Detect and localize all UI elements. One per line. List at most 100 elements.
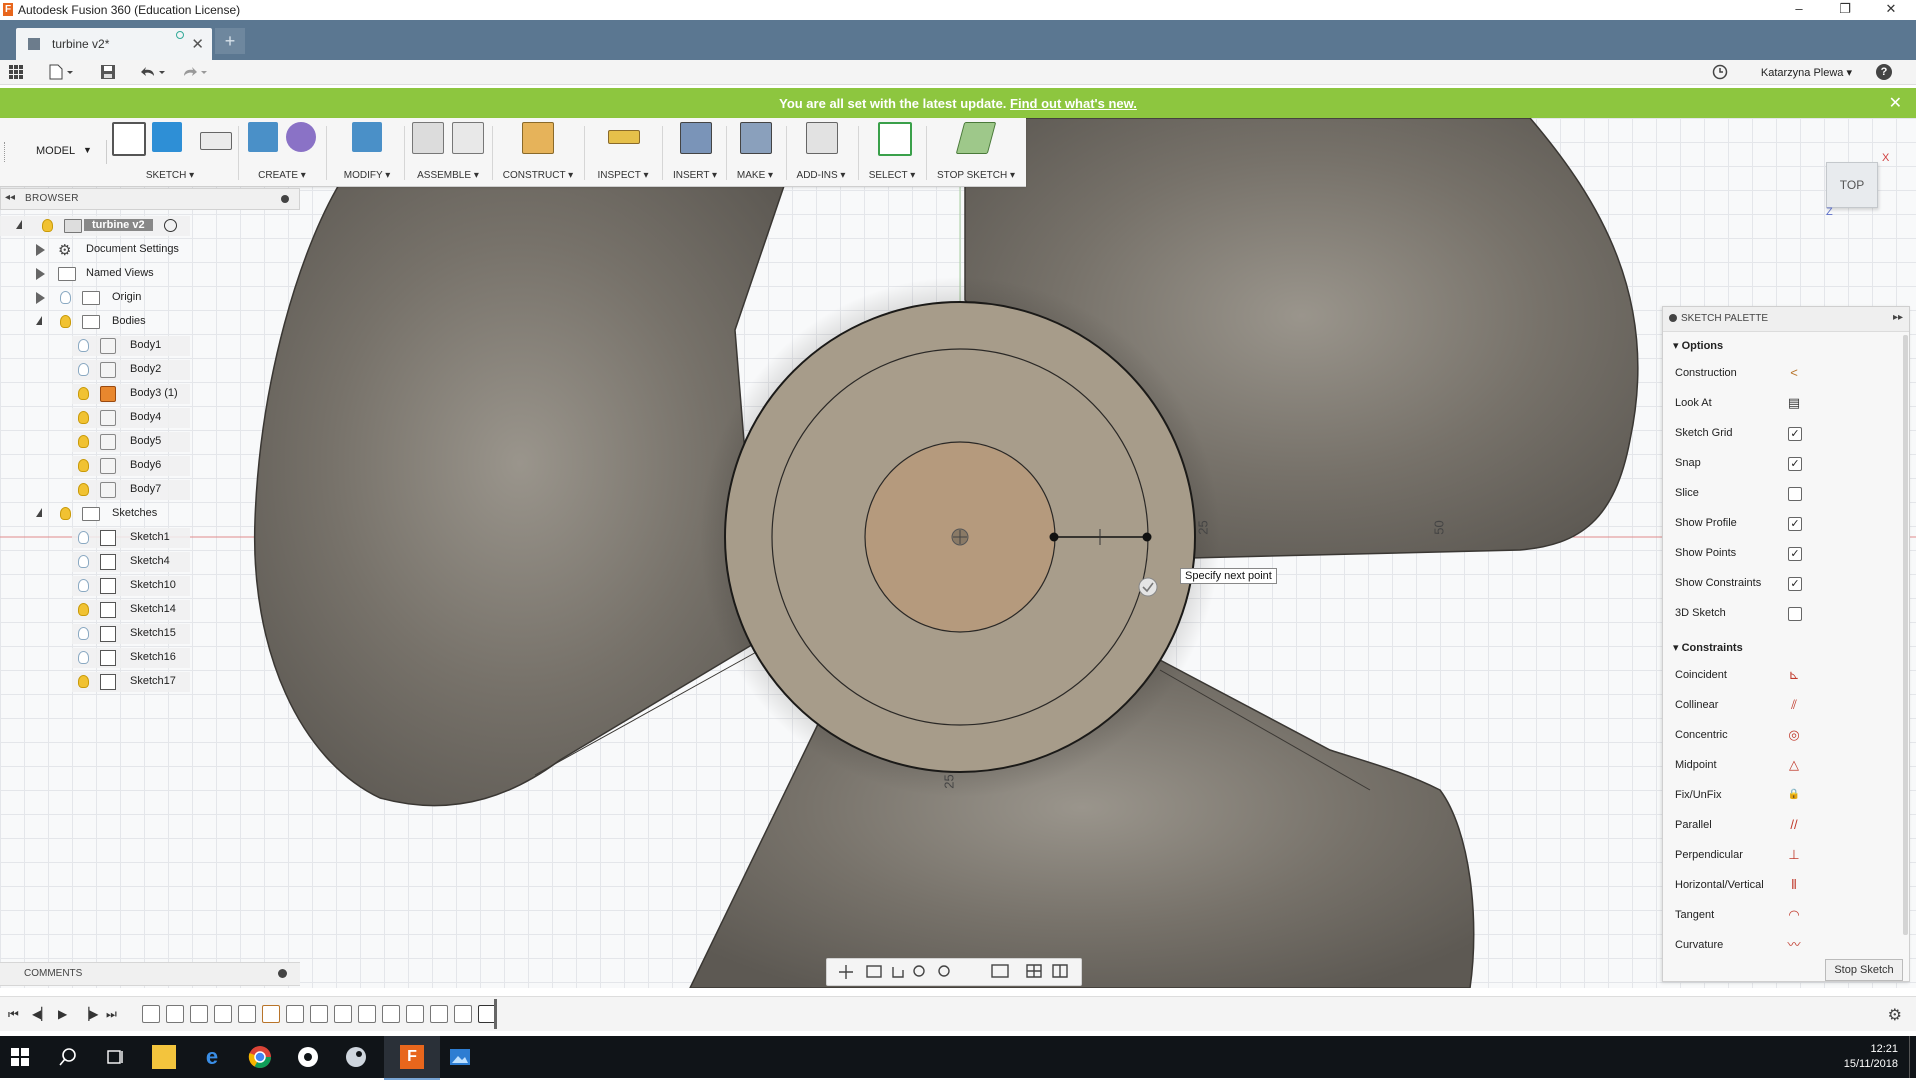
play-icon[interactable]: ▶ [58,1007,67,1021]
construct-menu[interactable]: CONSTRUCT ▾ [498,170,578,181]
steam-icon[interactable] [344,1045,368,1069]
create-group[interactable]: CREATE ▾ [246,118,318,186]
visibility-bulb-icon[interactable] [78,675,89,688]
tree-body[interactable]: Body7 [0,480,190,500]
constraints-section-header[interactable]: ▾ Constraints [1673,641,1743,654]
modify-group[interactable]: MODIFY ▾ [334,118,400,186]
visibility-bulb-icon[interactable] [60,291,71,304]
parallel-icon[interactable]: // [1786,817,1802,833]
stop-sketch-menu[interactable]: STOP SKETCH ▾ [930,170,1022,181]
tree-sketch[interactable]: Sketch16 [0,648,190,668]
insert-group[interactable]: INSERT ▾ [668,118,722,186]
assemble-group[interactable]: ASSEMBLE ▾ [410,118,486,186]
visibility-bulb-icon[interactable] [78,627,89,640]
constraint-collinear[interactable]: Collinear ⫽ [1675,695,1900,717]
inspect-menu[interactable]: INSPECT ▾ [590,170,656,181]
insert-menu[interactable]: INSERT ▾ [668,170,722,181]
constraint-parallel[interactable]: Parallel // [1675,815,1900,837]
visibility-bulb-icon[interactable] [78,459,89,472]
look-at-icon[interactable]: ▤ [1786,395,1802,411]
data-panel-grid-icon[interactable] [8,64,24,80]
expand-toggle-icon[interactable] [36,244,45,256]
line-tool-icon[interactable] [152,122,182,152]
perpendicular-icon[interactable]: ⊥ [1786,847,1802,863]
browser-header[interactable]: ◂◂ BROWSER [0,188,300,210]
timeline-feature-icon[interactable] [334,1005,352,1023]
select-menu[interactable]: SELECT ▾ [862,170,922,181]
fusion-taskbar-button[interactable]: F [384,1036,440,1080]
horizontal-vertical-icon[interactable]: ⫴ [1786,877,1802,893]
file-explorer-icon[interactable] [152,1045,176,1069]
add-ins-menu[interactable]: ADD-INS ▾ [790,170,852,181]
options-section-header[interactable]: ▾ Options [1673,339,1723,352]
sketch-menu[interactable]: SKETCH ▾ [110,170,230,181]
system-clock[interactable]: 12:21 15/11/2018 [1844,1042,1898,1072]
maximize-button[interactable]: ❐ [1822,0,1868,20]
assemble-menu[interactable]: ASSEMBLE ▾ [410,170,486,181]
collapse-panel-icon[interactable]: ◂◂ [5,192,15,203]
make-group[interactable]: MAKE ▾ [730,118,780,186]
palette-scrollbar[interactable] [1903,335,1908,935]
activate-radio-icon[interactable] [164,219,177,232]
banner-close-button[interactable]: ✕ [1889,93,1902,113]
go-to-end-icon[interactable]: ⏭ [106,1007,117,1022]
windows-start-icon[interactable] [8,1045,32,1069]
timeline-feature-icon[interactable] [310,1005,328,1023]
offset-plane-icon[interactable] [522,122,554,154]
visibility-bulb-icon[interactable] [78,603,89,616]
tree-sketch[interactable]: Sketch14 [0,600,190,620]
stop-sketch-icon[interactable] [955,122,997,154]
option-slice[interactable]: Slice [1675,483,1900,505]
constraint-tangent[interactable]: Tangent ◠ [1675,905,1900,927]
tree-body[interactable]: Body2 [0,360,190,380]
step-forward-icon[interactable]: ▕▶ [80,1007,98,1021]
timeline-feature-icon[interactable] [238,1005,256,1023]
timeline-marker[interactable] [494,999,497,1029]
timeline-feature-icon[interactable] [190,1005,208,1023]
timeline-feature-icon[interactable] [406,1005,424,1023]
view-cube-face[interactable]: TOP [1826,162,1878,208]
show-points-checkbox[interactable]: ✓ [1788,547,1802,561]
constraint-curvature[interactable]: Curvature 〰 [1675,935,1900,949]
tree-sketch[interactable]: Sketch10 [0,576,190,596]
visibility-bulb-icon[interactable] [78,531,89,544]
curvature-icon[interactable]: 〰 [1786,937,1802,949]
inspect-group[interactable]: INSPECT ▾ [590,118,656,186]
timeline-feature-icon[interactable] [382,1005,400,1023]
palette-options-icon[interactable] [1669,314,1677,322]
option-construction[interactable]: Construction < [1675,363,1900,385]
select-window-icon[interactable] [878,122,912,156]
pan-hand-icon[interactable] [887,959,911,985]
add-ins-group[interactable]: ADD-INS ▾ [790,118,852,186]
visibility-bulb-icon[interactable] [78,579,89,592]
show-constraints-checkbox[interactable]: ✓ [1788,577,1802,591]
user-account-menu[interactable]: Katarzyna Plewa ▾ [1761,66,1852,79]
edge-browser-icon[interactable]: e [200,1045,224,1069]
option-show-profile[interactable]: Show Profile ✓ [1675,513,1900,535]
constraint-concentric[interactable]: Concentric ◎ [1675,725,1900,747]
step-back-icon[interactable]: ◀▏ [32,1007,50,1021]
tree-body[interactable]: Body4 [0,408,190,428]
search-icon[interactable] [56,1045,80,1069]
close-window-button[interactable]: ✕ [1868,0,1914,20]
option-snap[interactable]: Snap ✓ [1675,453,1900,475]
constraint-perpendicular[interactable]: Perpendicular ⊥ [1675,845,1900,867]
palette-header[interactable]: SKETCH PALETTE ▸▸ [1663,307,1909,332]
form-icon[interactable] [286,122,316,152]
constraint-horizontal-vertical[interactable]: Horizontal/Vertical ⫴ [1675,875,1900,897]
option-sketch-grid[interactable]: Sketch Grid ✓ [1675,423,1900,445]
browser-options-icon[interactable] [281,195,289,203]
slice-checkbox[interactable] [1788,487,1802,501]
show-desktop-button[interactable] [1909,1036,1916,1078]
redo-icon[interactable] [182,64,210,80]
expand-toggle-icon[interactable] [16,220,22,229]
go-to-start-icon[interactable]: ⏮ [8,1007,19,1022]
option-show-constraints[interactable]: Show Constraints ✓ [1675,573,1900,595]
add-comment-icon[interactable] [278,969,287,978]
expand-toggle-icon[interactable] [36,508,42,517]
stop-sketch-group[interactable]: STOP SKETCH ▾ [930,118,1022,186]
visibility-bulb-icon[interactable] [78,387,89,400]
tree-sketch[interactable]: Sketch1 [0,528,190,548]
create-sketch-icon[interactable] [112,122,146,156]
scripts-add-ins-icon[interactable] [806,122,838,154]
